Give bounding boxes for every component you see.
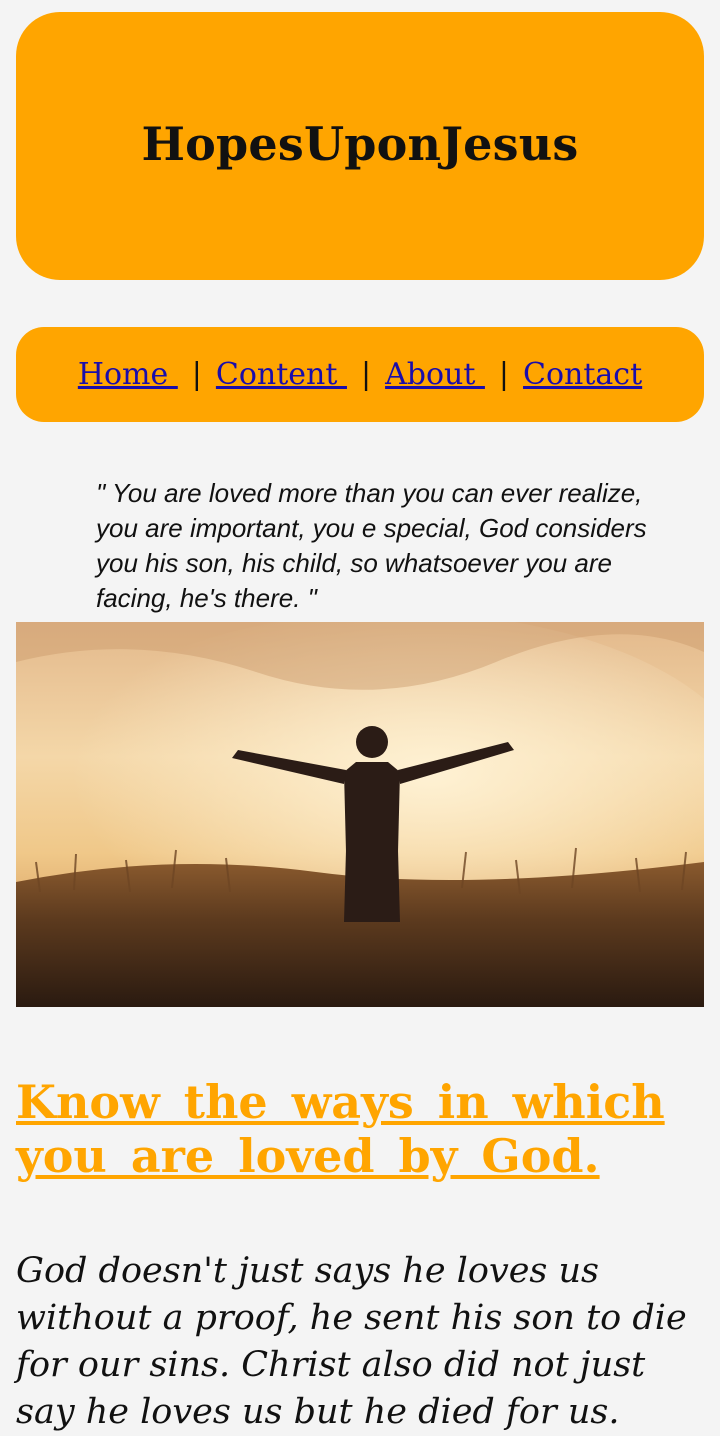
nav-separator: |: [191, 357, 202, 392]
article-heading[interactable]: Know the ways in which you are loved by …: [16, 1075, 704, 1183]
inspirational-quote: " You are loved more than you can ever r…: [96, 478, 647, 613]
nav-about-link[interactable]: About: [385, 357, 485, 392]
main-nav: Home | Content | About | Contact: [16, 327, 704, 422]
article-body: God doesn't just says he loves us withou…: [16, 1251, 687, 1432]
site-header: HopesUponJesus: [16, 12, 704, 280]
site-title: HopesUponJesus: [141, 117, 579, 171]
hero-image: [16, 622, 704, 1007]
nav-contact-link[interactable]: Contact: [523, 357, 642, 392]
nav-content-link[interactable]: Content: [216, 357, 347, 392]
nav-separator: |: [360, 357, 372, 392]
nav-home-link[interactable]: Home: [78, 357, 178, 392]
nav-separator: |: [498, 357, 510, 392]
